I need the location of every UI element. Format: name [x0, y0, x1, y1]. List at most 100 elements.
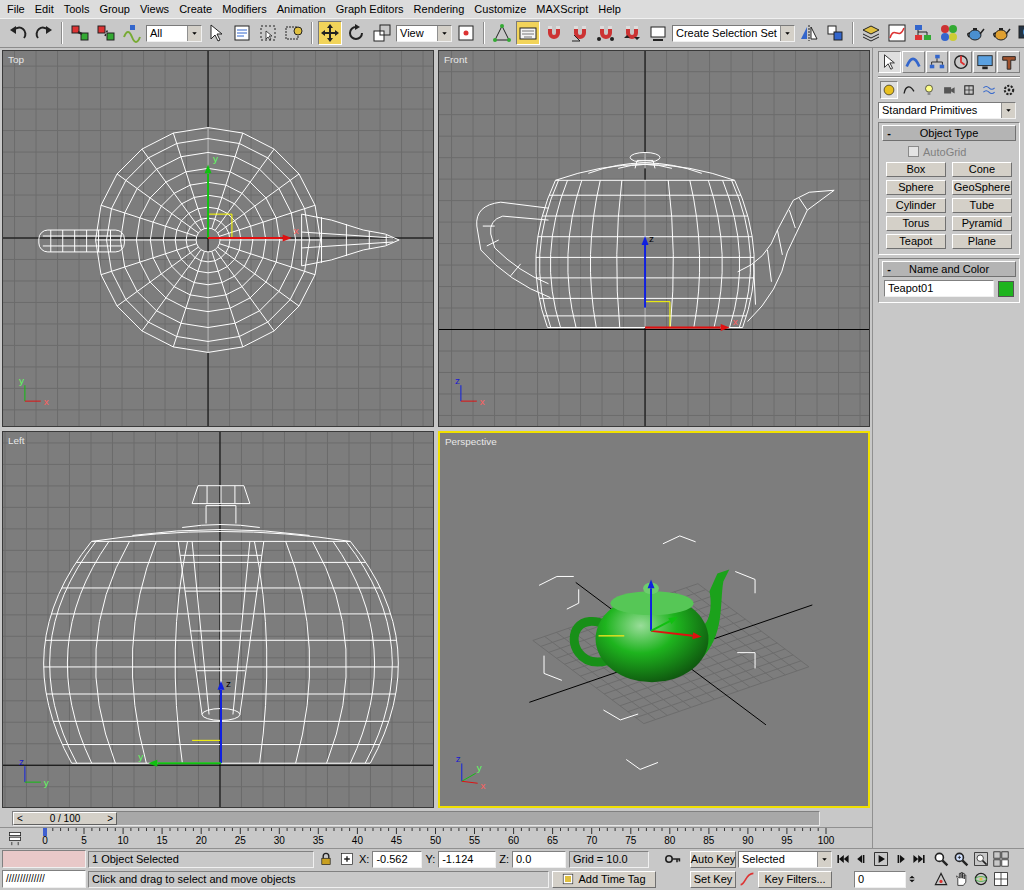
menu-item[interactable]: File [2, 1, 30, 17]
viewport-canvas[interactable]: Frontzxzx [439, 51, 869, 426]
menu-item[interactable]: Animation [272, 1, 331, 17]
left-viewport[interactable]: Leftzyzy [2, 431, 434, 808]
render-scene-button[interactable] [963, 21, 987, 45]
motion-tab[interactable] [949, 51, 972, 73]
transform-mode-button[interactable] [338, 850, 356, 868]
viewport-canvas[interactable]: Perspectivezyx [440, 433, 868, 806]
time-slider-track[interactable]: <0 / 100> [12, 811, 820, 826]
maximize-button[interactable] [992, 870, 1010, 888]
cameras-category[interactable] [940, 81, 958, 99]
spinner-snap-button[interactable] [620, 21, 644, 45]
dropdown-arrow[interactable] [437, 26, 451, 41]
set-key-icon-button[interactable] [658, 850, 688, 868]
set-key-button[interactable]: Set Key [690, 871, 736, 888]
shapes-category[interactable] [900, 81, 918, 99]
unlink-button[interactable] [94, 21, 118, 45]
coord-field[interactable]: -1.124 [438, 851, 496, 868]
percent-snap-button[interactable] [594, 21, 618, 45]
primitive-button[interactable]: Box [886, 162, 946, 177]
primitive-button[interactable]: Cylinder [886, 198, 946, 213]
rollout-toggle[interactable]: - [883, 263, 895, 275]
edit-named-button[interactable] [646, 21, 670, 45]
manipulate-button[interactable] [490, 21, 514, 45]
go-to-start-button[interactable] [834, 850, 852, 868]
primitive-button[interactable]: Tube [952, 198, 1012, 213]
redo-button[interactable] [32, 21, 56, 45]
primitive-button[interactable]: Sphere [886, 180, 946, 195]
zoom-button[interactable] [932, 850, 950, 868]
toolbar-dropdown[interactable]: View [396, 25, 452, 42]
angle-snap-button[interactable] [568, 21, 592, 45]
menu-item[interactable]: Edit [30, 1, 59, 17]
primitive-button[interactable]: Plane [952, 234, 1012, 249]
menu-item[interactable]: Help [593, 1, 626, 17]
snap-button[interactable] [542, 21, 566, 45]
menu-item[interactable]: Rendering [409, 1, 470, 17]
menu-item[interactable]: MAXScript [531, 1, 593, 17]
menu-item[interactable]: Modifiers [217, 1, 272, 17]
space-warps-category[interactable] [980, 81, 998, 99]
object-color-swatch[interactable] [998, 281, 1014, 297]
add-time-tag-button[interactable]: Add Time Tag [552, 871, 656, 888]
hierarchy-tab[interactable] [926, 51, 949, 73]
auto-key-button[interactable]: Auto Key [690, 851, 736, 868]
rollout-header[interactable]: -Object Type [882, 125, 1016, 141]
orbit-button[interactable] [972, 870, 990, 888]
current-frame-field[interactable]: 0 [854, 871, 906, 888]
bind-button[interactable] [120, 21, 144, 45]
coord-field[interactable]: 0.0 [512, 851, 566, 868]
region-button[interactable] [256, 21, 280, 45]
toolbar-dropdown[interactable]: Create Selection Set [672, 25, 795, 42]
select-button[interactable] [204, 21, 228, 45]
active-shade-button[interactable] [1015, 21, 1024, 45]
selection-lock-button[interactable] [317, 850, 335, 868]
material-editor-button[interactable] [937, 21, 961, 45]
coord-field[interactable]: -0.562 [372, 851, 422, 868]
undo-button[interactable] [6, 21, 30, 45]
previous-frame-button[interactable] [853, 850, 871, 868]
layer-button[interactable] [859, 21, 883, 45]
menu-item[interactable]: Customize [469, 1, 531, 17]
listener-output[interactable]: ////////////// [2, 870, 86, 888]
primitive-button[interactable]: Cone [952, 162, 1012, 177]
primitive-button[interactable]: Torus [886, 216, 946, 231]
top-viewport[interactable]: Topyxyx [2, 50, 434, 427]
trackbar-toggle[interactable] [0, 828, 30, 848]
mirror-button[interactable] [797, 21, 821, 45]
time-slider[interactable]: <0 / 100> [0, 810, 872, 827]
display-tab[interactable] [973, 51, 996, 73]
dropdown-arrow[interactable] [1001, 103, 1015, 118]
next-frame-button[interactable] [891, 850, 909, 868]
menu-item[interactable]: Views [135, 1, 174, 17]
toolbar-dropdown[interactable]: All [146, 25, 202, 42]
key-mode-dropdown[interactable]: Selected [738, 851, 832, 868]
time-slider-thumb[interactable]: <0 / 100> [13, 812, 117, 825]
menu-item[interactable]: Graph Editors [331, 1, 409, 17]
trackbar[interactable]: 0510152025303540455055606570758085909510… [0, 827, 872, 848]
menu-item[interactable]: Tools [59, 1, 95, 17]
select-by-name-button[interactable] [230, 21, 254, 45]
geometry-category[interactable] [880, 81, 898, 99]
primitive-button[interactable]: Pyramid [952, 216, 1012, 231]
perspective-viewport[interactable]: Perspectivezyx [438, 431, 870, 808]
listener-input[interactable] [2, 850, 86, 868]
utilities-tab[interactable] [997, 51, 1020, 73]
dropdown-arrow[interactable] [817, 852, 831, 867]
menu-item[interactable]: Group [94, 1, 135, 17]
rollout-header[interactable]: -Name and Color [882, 261, 1016, 277]
lights-category[interactable] [920, 81, 938, 99]
systems-category[interactable] [1000, 81, 1018, 99]
go-to-end-button[interactable] [910, 850, 928, 868]
crossing-button[interactable] [282, 21, 306, 45]
pan-button[interactable] [952, 870, 970, 888]
object-name-field[interactable]: Teapot01 [884, 280, 994, 297]
primitive-button[interactable]: GeoSphere [952, 180, 1012, 195]
front-viewport[interactable]: Frontzxzx [438, 50, 870, 427]
primitive-button[interactable]: Teapot [886, 234, 946, 249]
zoom-extents-button[interactable] [972, 850, 990, 868]
dropdown-arrow[interactable] [780, 26, 794, 41]
category-dropdown[interactable]: Standard Primitives [878, 102, 1016, 119]
frame-spinner[interactable] [907, 870, 916, 888]
scale-button[interactable] [370, 21, 394, 45]
create-tab[interactable] [878, 51, 901, 73]
